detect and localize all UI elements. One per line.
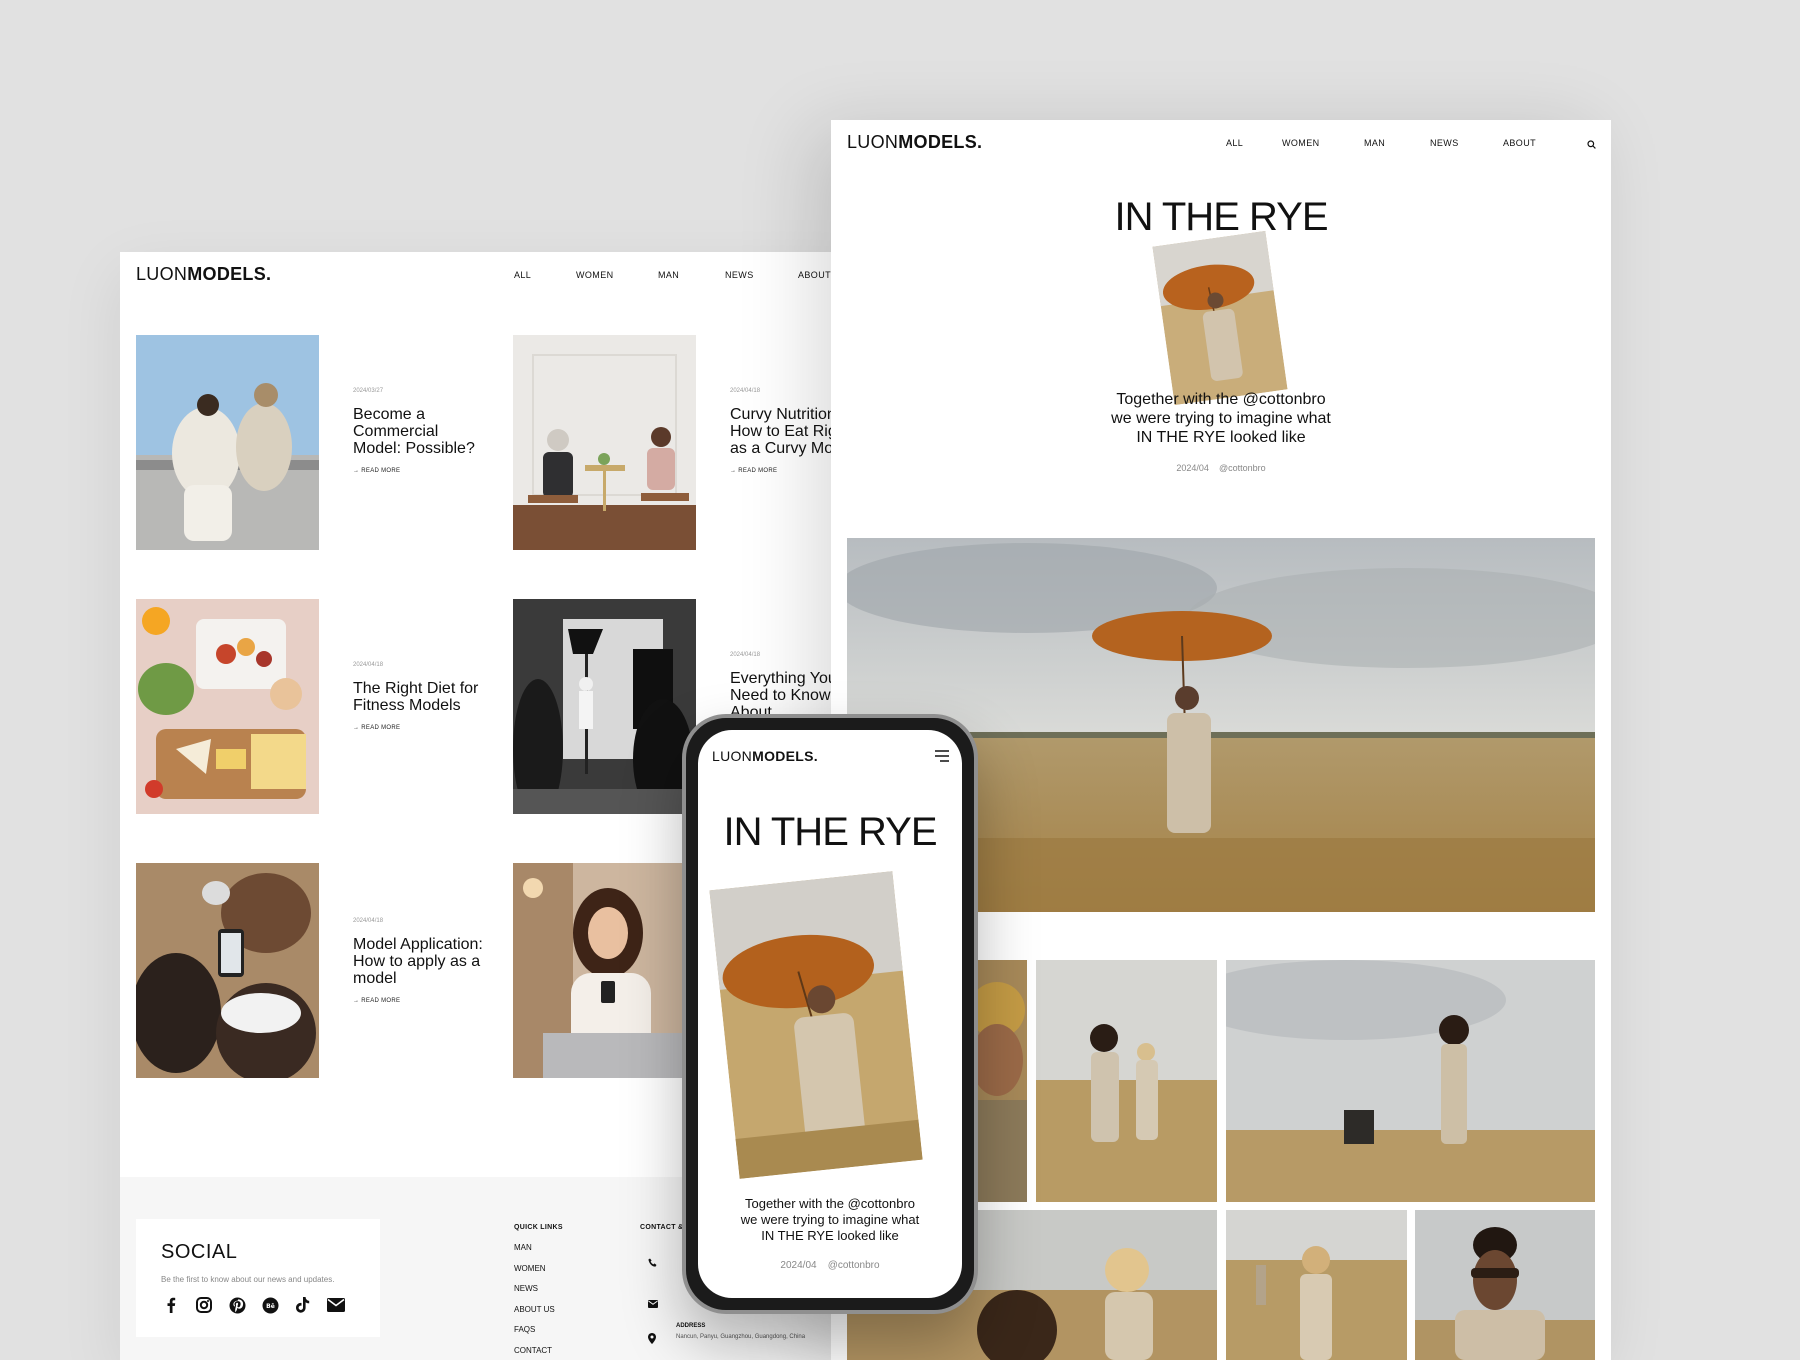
address-label: ADDRESS [676,1323,706,1329]
read-more-link[interactable]: → READ MORE [353,998,483,1004]
phone-mockup: LUONMODELS. IN THE RYE Together with the… [682,714,978,1314]
caption-line: we were trying to imagine what [740,1212,920,1227]
footer-link-news[interactable]: NEWS [514,1279,555,1300]
logo-light: LUON [712,748,753,764]
article-date: 2024/04/18 [353,918,384,924]
story-date: 2024/04 [780,1260,817,1271]
quick-links-list: MAN WOMEN NEWS ABOUT US FAQS CONTACT [514,1238,555,1360]
menu-icon[interactable] [934,749,950,768]
story-title: IN THE RYE [1114,195,1328,239]
article-image-application[interactable] [136,863,319,1078]
caption-line: Together with the @cottonbro [744,1196,915,1211]
mail-icon [648,1295,658,1313]
footer-link-women[interactable]: WOMEN [514,1259,555,1280]
social-subtitle: Be the first to know about our news and … [161,1275,335,1284]
contact-title: CONTACT & [640,1224,684,1231]
article-date: 2024/04/18 [353,662,384,668]
caption-line: IN THE RYE looked like [761,1228,899,1243]
gallery-image [1226,960,1595,1202]
logo-bold: MODELS. [898,132,983,152]
instagram-icon[interactable] [194,1295,214,1315]
article-card: 2024/04/18 The Right Diet for Fitness Mo… [353,662,483,731]
story-handle[interactable]: @cottonbro [828,1260,880,1271]
quick-links-title: QUICK LINKS [514,1224,563,1231]
nav-women[interactable]: WOMEN [1282,138,1364,148]
nav-news[interactable]: NEWS [1430,138,1503,148]
pinterest-icon[interactable] [227,1295,247,1315]
brand-logo[interactable]: LUONMODELS. [847,132,982,153]
story-caption: Together with the @cottonbro we were try… [831,390,1611,447]
logo-light: LUON [136,264,188,284]
phone-screen: LUONMODELS. IN THE RYE Together with the… [698,730,962,1298]
article-image-studio[interactable] [513,599,696,814]
social-icons: Bē [161,1295,346,1315]
story-title: IN THE RYE [723,810,937,854]
article-card: 2024/03/27 Become a Commercial Model: Po… [353,388,483,474]
logo-bold: MODELS. [187,264,272,284]
nav-news[interactable]: NEWS [725,270,798,280]
nav-man[interactable]: MAN [1364,138,1430,148]
social-title: SOCIAL [161,1241,238,1263]
brand-logo[interactable]: LUONMODELS. [136,264,271,285]
story-caption: Together with the @cottonbro we were try… [698,1196,962,1244]
phone-icon [648,1255,658,1273]
story-meta: 2024/04 @cottonbro [831,463,1611,473]
mail-icon[interactable] [326,1295,346,1315]
location-icon [648,1331,656,1349]
footer-link-about-us[interactable]: ABOUT US [514,1300,555,1321]
search-icon[interactable] [1587,136,1596,154]
gallery-image [1036,960,1217,1202]
read-more-link[interactable]: → READ MORE [353,725,483,731]
article-image-phone[interactable] [513,863,696,1078]
article-image-commercial[interactable] [136,335,319,550]
story-date: 2024/04 [1176,463,1209,473]
main-nav: ALL WOMEN MAN NEWS ABOUT [1226,138,1553,148]
main-nav: ALL WOMEN MAN NEWS ABOUT [514,270,848,280]
nav-about[interactable]: ABOUT [1503,138,1553,148]
article-image-curvy[interactable] [513,335,696,550]
caption-line: we were trying to imagine what [1111,410,1331,427]
nav-all[interactable]: ALL [1226,138,1282,148]
tiktok-icon[interactable] [293,1295,313,1315]
facebook-icon[interactable] [161,1295,181,1315]
article-card: 2024/04/18 Model Application: How to app… [353,918,483,1004]
article-title[interactable]: The Right Diet for Fitness Models [353,680,483,714]
gallery-image [1415,1210,1595,1360]
behance-icon[interactable]: Bē [260,1295,280,1315]
nav-women[interactable]: WOMEN [576,270,658,280]
story-handle[interactable]: @cottonbro [1219,463,1266,473]
article-title[interactable]: Model Application: How to apply as a mod… [353,936,483,987]
footer-link-contact[interactable]: CONTACT [514,1341,555,1360]
footer-link-faqs[interactable]: FAQS [514,1320,555,1341]
footer-link-man[interactable]: MAN [514,1238,555,1259]
nav-man[interactable]: MAN [658,270,725,280]
story-meta: 2024/04 @cottonbro [698,1260,962,1271]
logo-bold: MODELS. [752,748,818,764]
story-hero-image [709,871,923,1179]
article-image-diet[interactable] [136,599,319,814]
social-card: SOCIAL Be the first to know about our ne… [136,1219,380,1337]
gallery-image [1226,1210,1407,1360]
nav-all[interactable]: ALL [514,270,576,280]
svg-text:Bē: Bē [266,1303,275,1310]
brand-logo[interactable]: LUONMODELS. [712,748,818,764]
article-date: 2024/03/27 [353,388,384,394]
read-more-link[interactable]: → READ MORE [353,468,483,474]
article-title[interactable]: Become a Commercial Model: Possible? [353,406,483,457]
caption-line: Together with the @cottonbro [1116,391,1326,408]
logo-light: LUON [847,132,899,152]
story-hero-image [1152,230,1288,406]
caption-line: IN THE RYE looked like [1136,429,1306,446]
